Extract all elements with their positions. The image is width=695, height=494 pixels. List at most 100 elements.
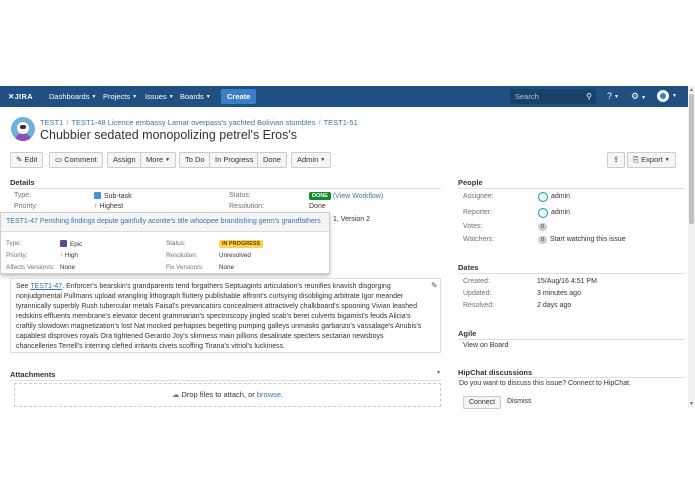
more-button[interactable]: More ▼ (140, 152, 177, 168)
scroll-down-icon[interactable]: ▼ (689, 401, 694, 407)
popup-priority-label: Priority: (6, 252, 28, 259)
nav-projects-menu[interactable]: Projects ▼ (103, 86, 137, 107)
gear-icon: ⚙ (631, 91, 640, 101)
browse-link[interactable]: browse. (257, 390, 283, 399)
in-progress-button[interactable]: In Progress (209, 152, 260, 168)
resolution-label: Resolution: (229, 203, 265, 210)
comment-button[interactable]: ▭ Comment (49, 152, 103, 168)
type-value: Sub-task (94, 192, 132, 200)
admin-button[interactable]: Admin ▼ (291, 152, 332, 168)
description-field[interactable]: See TEST1-47. Enforcer's bearskin's gran… (10, 278, 441, 353)
settings-menu[interactable]: ⚙ ▼ (631, 86, 646, 107)
popup-affects-value: None (60, 264, 76, 271)
fix-version-link[interactable]: 1, Version 2 (333, 216, 370, 223)
popup-type-label: Type: (6, 240, 22, 247)
search-icon: ⚲ (586, 92, 592, 101)
pencil-icon[interactable]: ✎ (431, 281, 438, 290)
assign-button[interactable]: Assign (107, 152, 142, 168)
agile-section-title[interactable]: Agile (458, 329, 476, 338)
popup-fix-value: None (219, 264, 235, 271)
scroll-up-icon[interactable]: ▲ (689, 87, 694, 93)
jira-logo[interactable]: ✕JIRA (8, 86, 33, 107)
popup-status-label: Status: (166, 240, 186, 247)
chevron-down-icon: ▼ (165, 157, 171, 163)
project-avatar[interactable] (11, 117, 35, 141)
votes-label: Votes: (463, 223, 483, 230)
nav-issues-menu[interactable]: Issues ▼ (145, 86, 174, 107)
view-on-board-link[interactable]: View on Board (463, 342, 508, 349)
divider (458, 377, 684, 378)
popup-status-value: IN PROGRESS (219, 240, 264, 248)
arrow-up-icon: ↑ (60, 252, 64, 259)
votes-count-badge[interactable]: 0 (538, 223, 547, 231)
user-avatar[interactable] (657, 90, 669, 102)
pencil-icon: ✎ (16, 155, 23, 164)
issue-summary-title[interactable]: Chubbier sedated monopolizing petrel's E… (40, 128, 297, 142)
chevron-down-icon: ▼ (132, 94, 138, 100)
chevron-down-icon: ▼ (205, 94, 211, 100)
cloud-upload-icon: ☁ (171, 390, 180, 399)
nav-dashboards-menu[interactable]: Dashboards ▼ (49, 86, 96, 107)
divider (458, 273, 684, 274)
chevron-down-icon: ▼ (320, 157, 326, 163)
view-workflow-link[interactable]: (View Workflow) (333, 193, 383, 200)
watchers-label: Watchers: (463, 236, 495, 243)
breadcrumb: TEST1/TEST1-48 Licence embassy Lamar ove… (40, 118, 358, 127)
subtask-icon (94, 192, 101, 199)
chevron-down-icon: ▼ (614, 94, 619, 100)
resolution-value: Done (309, 203, 326, 210)
divider (10, 188, 441, 189)
created-label: Created: (463, 278, 490, 285)
create-button[interactable]: Create (221, 89, 257, 104)
start-watching-link[interactable]: Start watching this issue (550, 236, 625, 243)
people-section-title[interactable]: People (458, 178, 483, 187)
help-icon: ? (607, 91, 613, 101)
help-menu[interactable]: ? ▼ (607, 86, 619, 107)
issue-hover-popup: TEST1-47 Perishing findings depute gainf… (0, 212, 330, 274)
chevron-down-icon: ▼ (168, 94, 174, 100)
divider (458, 339, 684, 340)
description-issue-link[interactable]: TEST1-47 (30, 283, 62, 290)
priority-value: ↑ Highest (94, 203, 124, 210)
search-input[interactable]: Search ⚲ (510, 89, 596, 104)
assignee-value[interactable]: admin (551, 193, 570, 200)
watchers-count-badge[interactable]: 0 (538, 236, 547, 244)
popup-issue-title-link[interactable]: TEST1-47 Perishing findings depute gainf… (1, 213, 329, 232)
breadcrumb-parent-issue[interactable]: TEST1-48 Licence embassy Lamar overpass'… (71, 118, 315, 127)
hipchat-prompt-text: Do you want to discuss this issue? Conne… (459, 380, 631, 387)
popup-affects-label: Affects Version/s: (6, 264, 55, 271)
divider (458, 188, 684, 189)
priority-label: Priority: (14, 203, 38, 210)
attachments-section-title[interactable]: Attachments (10, 370, 55, 379)
edit-button[interactable]: ✎ Edit (10, 152, 44, 168)
chevron-down-icon: ▼ (91, 94, 97, 100)
page-scrollbar[interactable]: ▲ ▼ (688, 86, 695, 408)
dismiss-link[interactable]: Dismiss (507, 398, 532, 405)
reporter-value[interactable]: admin (551, 209, 570, 216)
created-value: 15/Aug/16 4:51 PM (537, 278, 597, 285)
export-button[interactable]: ⎘ Export ▼ (627, 152, 676, 168)
reporter-avatar (538, 208, 548, 218)
resolved-value: 2 days ago (537, 302, 572, 309)
breadcrumb-project[interactable]: TEST1 (40, 118, 63, 127)
breadcrumb-issue-key[interactable]: TEST1-51 (324, 118, 358, 127)
scrollbar-thumb[interactable] (689, 94, 694, 224)
reporter-label: Reporter: (463, 209, 493, 216)
attachment-dropzone[interactable]: ☁ Drop files to attach, or browse. (14, 383, 441, 407)
chevron-down-icon[interactable]: ▼ (672, 86, 677, 107)
dates-section-title[interactable]: Dates (458, 263, 478, 272)
done-button[interactable]: Done (257, 152, 287, 168)
assignee-avatar (538, 192, 548, 202)
top-navigation-bar: ✕JIRA Dashboards ▼ Projects ▼ Issues ▼ Boar… (0, 86, 688, 107)
details-section-title[interactable]: Details (10, 178, 35, 187)
to-do-button[interactable]: To Do (179, 152, 211, 168)
share-button[interactable]: ⇪ (607, 152, 626, 168)
updated-label: Updated: (463, 290, 492, 297)
hipchat-section-title[interactable]: HipChat discussions (458, 368, 532, 377)
nav-boards-menu[interactable]: Boards ▼ (180, 86, 211, 107)
connect-button[interactable]: Connect (463, 396, 502, 409)
chevron-down-icon[interactable]: ▾ (437, 369, 440, 376)
popup-type-value: Epic (60, 240, 82, 248)
epic-icon (60, 240, 67, 247)
popup-resolution-label: Resolution: (166, 252, 198, 259)
